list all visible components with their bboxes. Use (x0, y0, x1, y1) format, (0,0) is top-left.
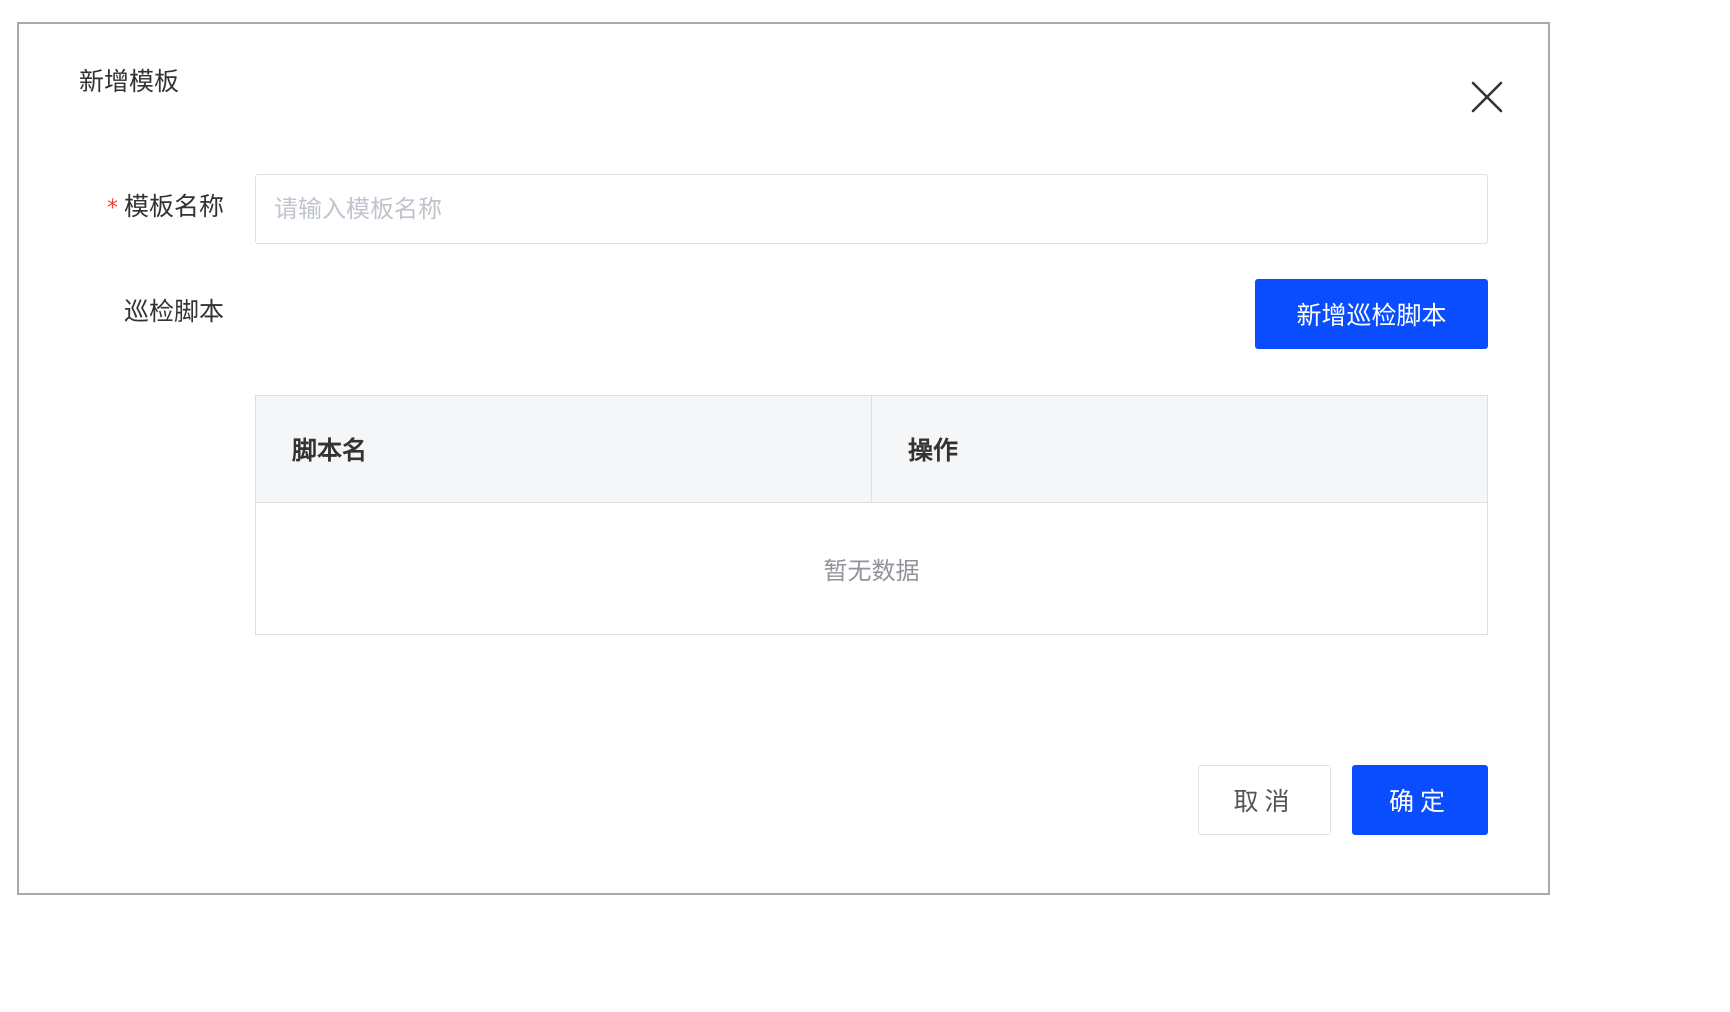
table-empty-state: 暂无数据 (823, 557, 920, 585)
confirm-button[interactable]: 确定 (1352, 765, 1488, 835)
add-template-dialog: 新增模板 *模板名称 巡检脚本 新增巡检脚本 脚本名 操作 暂无数据 取消 确定 (17, 22, 1550, 895)
close-icon[interactable] (1469, 79, 1505, 115)
column-header-script-name: 脚本名 (292, 436, 368, 465)
column-header-actions: 操作 (871, 396, 1487, 502)
template-name-label: * 模板名称 (107, 192, 224, 224)
dialog-title: 新增模板 (79, 67, 180, 96)
script-table: 脚本名 操作 暂无数据 (255, 395, 1488, 635)
table-header: 脚本名 操作 (256, 396, 1487, 503)
required-mark: * (106, 196, 118, 221)
cancel-button[interactable]: 取消 (1198, 765, 1331, 835)
template-name-label-text: 模板名称 (123, 192, 224, 221)
inspection-script-label: 巡检脚本 (123, 297, 224, 326)
template-name-input[interactable] (255, 174, 1488, 244)
add-inspection-script-button[interactable]: 新增巡检脚本 (1255, 279, 1488, 349)
